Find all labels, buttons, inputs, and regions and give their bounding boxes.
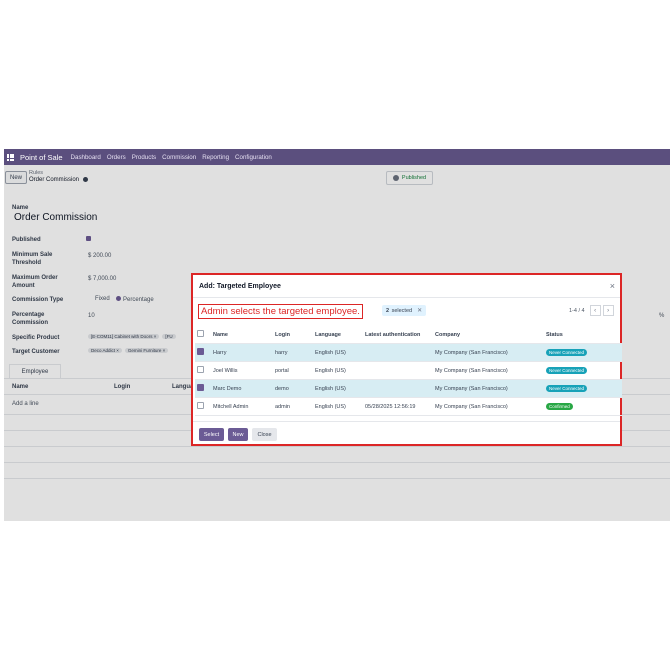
status-badge: Never Connected — [546, 385, 588, 392]
row-status: Never Connected — [544, 379, 622, 398]
row-name: Harry — [211, 343, 273, 362]
table-row[interactable]: Harry harry English (US) My Company (San… — [195, 343, 622, 362]
row-language: English (US) — [313, 361, 363, 380]
row-checkbox[interactable] — [195, 343, 211, 362]
row-language: English (US) — [313, 397, 363, 416]
selection-badge: 2 selected ✕ — [382, 305, 427, 316]
menu-products[interactable]: Products — [132, 154, 156, 161]
table-row[interactable]: Joel Willis portal English (US) My Compa… — [195, 361, 622, 380]
row-login: harry — [273, 343, 313, 362]
employee-table: Name Login Language Latest authenticatio… — [195, 326, 622, 416]
select-all-checkbox[interactable] — [195, 326, 211, 344]
row-checkbox[interactable] — [195, 361, 211, 380]
row-login: portal — [273, 361, 313, 380]
row-status: Confirmed — [544, 397, 622, 416]
chevron-left-icon[interactable]: ‹ — [589, 305, 601, 316]
col-status[interactable]: Status — [544, 326, 622, 344]
table-row[interactable]: Mitchell Admin admin English (US) 05/28/… — [195, 397, 622, 416]
row-company: My Company (San Francisco) — [433, 379, 544, 398]
top-navbar: Point of Sale Dashboard Orders Products … — [4, 149, 670, 165]
row-name: Mitchell Admin — [211, 397, 273, 416]
status-badge: Never Connected — [546, 349, 588, 356]
menu-reporting[interactable]: Reporting — [202, 154, 229, 161]
row-status: Never Connected — [544, 343, 622, 362]
row-login: admin — [273, 397, 313, 416]
row-checkbox[interactable] — [195, 397, 211, 416]
selected-count: 2 — [386, 307, 390, 314]
col-login[interactable]: Login — [273, 326, 313, 344]
row-company: My Company (San Francisco) — [433, 361, 544, 380]
row-name: Marc Demo — [211, 379, 273, 398]
clear-selection-icon[interactable]: ✕ — [417, 307, 422, 314]
dialog-new-button[interactable]: New — [228, 428, 248, 441]
row-login: demo — [273, 379, 313, 398]
row-auth — [363, 343, 433, 362]
chevron-right-icon[interactable]: › — [602, 305, 614, 316]
status-badge: Confirmed — [546, 403, 573, 410]
targeted-employee-dialog: Add: Targeted Employee × Admin selects t… — [191, 273, 622, 446]
row-status: Never Connected — [544, 361, 622, 380]
row-company: My Company (San Francisco) — [433, 343, 544, 362]
row-company: My Company (San Francisco) — [433, 397, 544, 416]
row-checkbox[interactable] — [195, 379, 211, 398]
menu-configuration[interactable]: Configuration — [235, 154, 272, 161]
table-row[interactable]: Marc Demo demo English (US) My Company (… — [195, 379, 622, 398]
select-button[interactable]: Select — [199, 428, 224, 441]
row-auth — [363, 361, 433, 380]
annotation-label: Admin selects the targeted employee. — [198, 304, 363, 319]
menu-dashboard[interactable]: Dashboard — [71, 154, 101, 161]
pager-value[interactable]: 1-4 / 4 — [569, 308, 585, 314]
menu-commission[interactable]: Commission — [162, 154, 196, 161]
dialog-title: Add: Targeted Employee — [199, 283, 281, 290]
close-icon[interactable]: × — [610, 281, 615, 291]
row-auth — [363, 379, 433, 398]
col-company[interactable]: Company — [433, 326, 544, 344]
col-latest-auth[interactable]: Latest authentication — [363, 326, 433, 344]
apps-grid-icon[interactable] — [7, 153, 14, 161]
status-badge: Never Connected — [546, 367, 588, 374]
col-name[interactable]: Name — [211, 326, 273, 344]
row-name: Joel Willis — [211, 361, 273, 380]
row-language: English (US) — [313, 379, 363, 398]
dialog-close-button[interactable]: Close — [252, 428, 277, 441]
selected-text: selected — [391, 307, 413, 314]
row-language: English (US) — [313, 343, 363, 362]
row-auth: 05/28/2025 12:56:19 — [363, 397, 433, 416]
menu-orders[interactable]: Orders — [107, 154, 126, 161]
col-language[interactable]: Language — [313, 326, 363, 344]
app-brand[interactable]: Point of Sale — [20, 153, 63, 162]
pager: 1-4 / 4 ‹ › — [569, 305, 614, 316]
